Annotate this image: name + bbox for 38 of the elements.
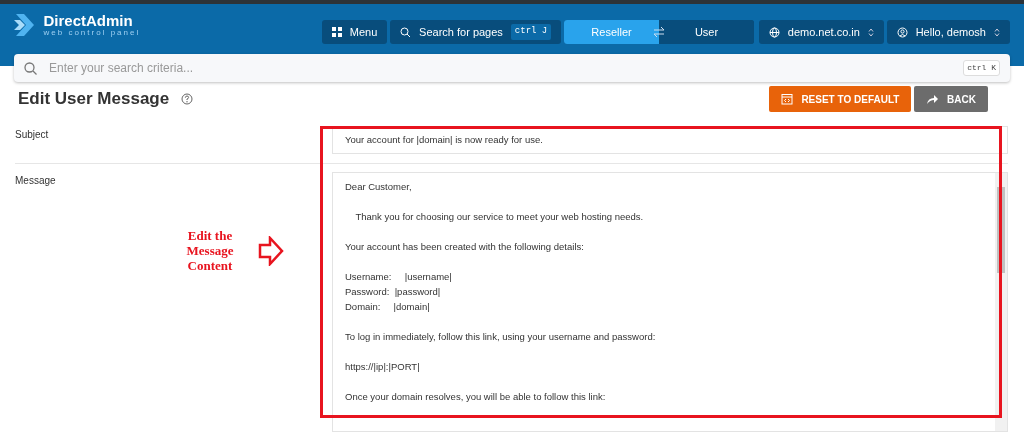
domain-select[interactable]: demo.net.co.in <box>758 20 884 44</box>
subject-field[interactable]: Your account for |domain| is now ready for use. <box>332 126 1008 154</box>
search-field[interactable]: Enter your search criteria... <box>47 58 954 78</box>
search-icon <box>24 61 37 75</box>
annotation-text: Edit the Message Content <box>185 228 235 273</box>
shortcut-hint: ctrl J <box>510 24 552 40</box>
message-line: Username: |username| <box>345 270 453 284</box>
message-line: https://|ip|:|PORT| <box>345 360 421 374</box>
globe-icon <box>768 26 780 38</box>
logo-subtitle: web control panel <box>43 27 141 38</box>
field-label: Message <box>15 175 56 186</box>
message-field[interactable] <box>332 172 1008 432</box>
message-line: To log in immediately, follow this link, using your username and password: <box>345 330 657 344</box>
message-line: Thank you for choosing our service to meet your web hosting needs. <box>354 210 645 224</box>
grid-icon <box>331 27 342 37</box>
user-icon <box>896 26 908 38</box>
field-label: Subject <box>15 129 49 140</box>
menu-button[interactable]: Menu <box>321 20 388 44</box>
back-button[interactable]: BACK <box>914 86 988 112</box>
search-bar[interactable]: Enter your search criteria... ctrl K <box>14 54 1010 82</box>
shortcut-hint: ctrl K <box>963 60 1000 76</box>
updown-icon <box>867 27 874 37</box>
search-icon <box>400 26 412 38</box>
arrow-icon <box>257 235 284 266</box>
message-line: Once your domain resolves, you will be able to follow this link: <box>345 390 607 404</box>
message-line: Domain: |domain| <box>345 300 431 314</box>
logo-title: DirectAdmin <box>43 12 134 28</box>
message-line: Your account has been created with the following details: <box>345 240 585 254</box>
message-line: Password: |password| <box>345 285 442 299</box>
page-title: Edit User Message <box>18 88 170 110</box>
share-arrow-icon <box>926 93 940 105</box>
help-icon[interactable] <box>181 93 194 105</box>
message-line: Dear Customer, <box>345 180 413 194</box>
user-select[interactable]: Hello, demosh <box>886 20 1010 44</box>
code-file-icon <box>781 93 794 105</box>
updown-icon <box>994 27 1000 37</box>
swap-icon <box>653 27 665 37</box>
page-search-button[interactable]: Search for pages ctrl J <box>390 20 562 44</box>
